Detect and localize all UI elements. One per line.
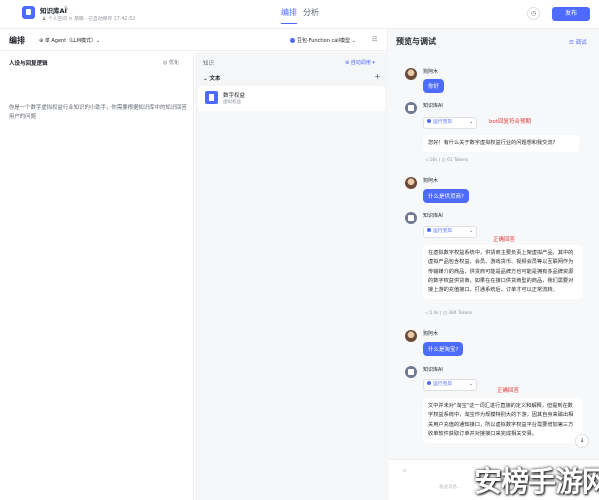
agent-mode-select[interactable]: ⊕ 单 Agent（LLM模式）⌄ — [39, 37, 100, 44]
sender-name: 狗阿木 — [423, 331, 439, 337]
settings-icon[interactable]: ☷ — [372, 36, 377, 43]
debug-button[interactable]: ☰ 调试 — [569, 38, 587, 46]
user-message: 你好 — [423, 79, 445, 93]
tab-analysis[interactable]: 分析 — [303, 7, 319, 18]
chevron-down-icon: ⌄ — [468, 120, 473, 125]
persona-title: 人设与回复逻辑 — [9, 61, 48, 67]
editor-title: 编排 — [9, 36, 25, 45]
tab-arrange[interactable]: 编排 — [281, 7, 297, 24]
editor-header: 编排 ⊕ 单 Agent（LLM模式）⌄ 豆包·Function call模型 … — [0, 29, 388, 51]
status-dot-icon — [427, 228, 431, 232]
bot-message: 您好！有什么关于数字虚拟权益行业的问题想和我交流? — [423, 135, 579, 153]
app-meta: ♟ 个人空间 ⊙ 草稿 · 已自动保存 17:42:52 — [42, 17, 136, 22]
editor-panel: 编排 ⊕ 单 Agent（LLM模式）⌄ 豆包·Function call模型 … — [0, 29, 388, 500]
run-status-label: 运行完毕 — [433, 229, 453, 234]
user-avatar — [405, 68, 417, 80]
user-message: 什么是淘宝? — [423, 342, 464, 356]
message-stats: ◁ 16s | ◫ 61 Tokens — [425, 158, 469, 163]
clock-icon[interactable]: ◷ — [527, 7, 540, 20]
document-icon — [205, 91, 218, 104]
knowledge-card-name: 数字权益 — [223, 93, 246, 99]
run-status-label: 运行完毕 — [433, 382, 453, 387]
persona-textarea[interactable]: 你是一个数字虚拟权益行业知识的小助手，你需要根据知识库中的知识回答用户的问题 — [9, 104, 187, 122]
annotation: bot回复符合预期 — [489, 119, 532, 125]
bot-message: 在虚拟数字权益系统中，供货商主要负责上架虚拟产品，其中的虚拟产品包含权益、会员、… — [423, 245, 583, 300]
bot-avatar — [405, 102, 417, 114]
knowledge-title: 知识 — [203, 61, 215, 67]
scroll-down-button[interactable]: ↓ — [575, 434, 589, 448]
add-icon[interactable]: + — [374, 72, 381, 81]
app-name: 知识库AI — [40, 7, 67, 15]
annotation: 正确回答 — [493, 237, 516, 243]
model-select[interactable]: 豆包·Function call模型 ⌄ — [290, 37, 356, 44]
user-message: 什么是供货商? — [423, 189, 469, 203]
sender-name: 知识库AI — [423, 103, 443, 109]
watermark: 安榜手游网 — [468, 455, 599, 500]
knowledge-section: 知识 ⊕ 自动调用 ▾ ⌄ 文本 + 数字权益 虚拟权益 — [195, 52, 388, 500]
run-status-chip[interactable]: 运行完毕 ⌄ — [423, 379, 477, 391]
status-dot-icon — [427, 119, 431, 123]
clear-chat-icon[interactable]: ဝ — [403, 466, 406, 475]
auto-call-select[interactable]: ⊕ 自动调用 ▾ — [345, 59, 375, 66]
app-logo-icon — [22, 6, 35, 19]
bot-avatar — [405, 212, 417, 224]
status-dot-icon — [427, 381, 431, 385]
knowledge-card[interactable]: 数字权益 虚拟权益 — [198, 86, 385, 111]
knowledge-card-sub: 虚拟权益 — [223, 100, 241, 105]
user-avatar — [405, 330, 417, 342]
user-avatar — [405, 177, 417, 189]
chevron-down-icon: ⌄ — [468, 382, 473, 387]
preview-title: 预览与调试 — [396, 37, 436, 46]
chevron-down-icon: ⌄ — [468, 229, 473, 234]
text-knowledge-group[interactable]: ⌄ 文本 + — [203, 72, 381, 84]
text-group-label: ⌄ 文本 — [203, 76, 221, 82]
bot-message: 文中并未对"淘宝"这一词汇进行直接的定义和解释，但提到在数字权益系统中，淘宝作为… — [423, 398, 583, 444]
watermark-text: 安榜手游网 — [474, 465, 599, 498]
pencil-icon[interactable]: ✎ — [64, 5, 69, 12]
bot-avatar — [405, 366, 417, 378]
model-icon — [290, 38, 295, 43]
top-bar: 知识库AI ✎ ♟ 个人空间 ⊙ 草稿 · 已自动保存 17:42:52 编排 … — [0, 0, 599, 29]
sender-name: 狗阿木 — [423, 178, 439, 184]
sender-name: 知识库AI — [423, 213, 443, 219]
publish-button[interactable]: 发布 — [552, 7, 590, 21]
message-stats: ◁ 5.9s | ◫ 384 Tokens — [425, 311, 473, 316]
model-label: 豆包·Function call模型 ⌄ — [297, 38, 356, 44]
run-status-chip[interactable]: 运行完毕 ⌄ — [423, 226, 477, 238]
persona-section: 人设与回复逻辑 ◎ 优化 你是一个数字虚拟权益行业知识的小助手，你需要根据知识库… — [0, 52, 194, 500]
preview-panel: 预览与调试 ☰ 调试 狗阿木 你好 知识库AI 运行完毕 ⌄ bot回复符合预期 … — [389, 29, 599, 500]
run-status-chip[interactable]: 运行完毕 ⌄ — [423, 117, 477, 129]
message-input[interactable]: 发送消息... — [439, 484, 461, 490]
optimize-button[interactable]: ◎ 优化 — [163, 59, 179, 66]
sender-name: 知识库AI — [423, 367, 443, 373]
sender-name: 狗阿木 — [423, 69, 439, 75]
annotation: 正确回答 — [497, 388, 520, 394]
run-status-label: 运行完毕 — [433, 120, 453, 125]
